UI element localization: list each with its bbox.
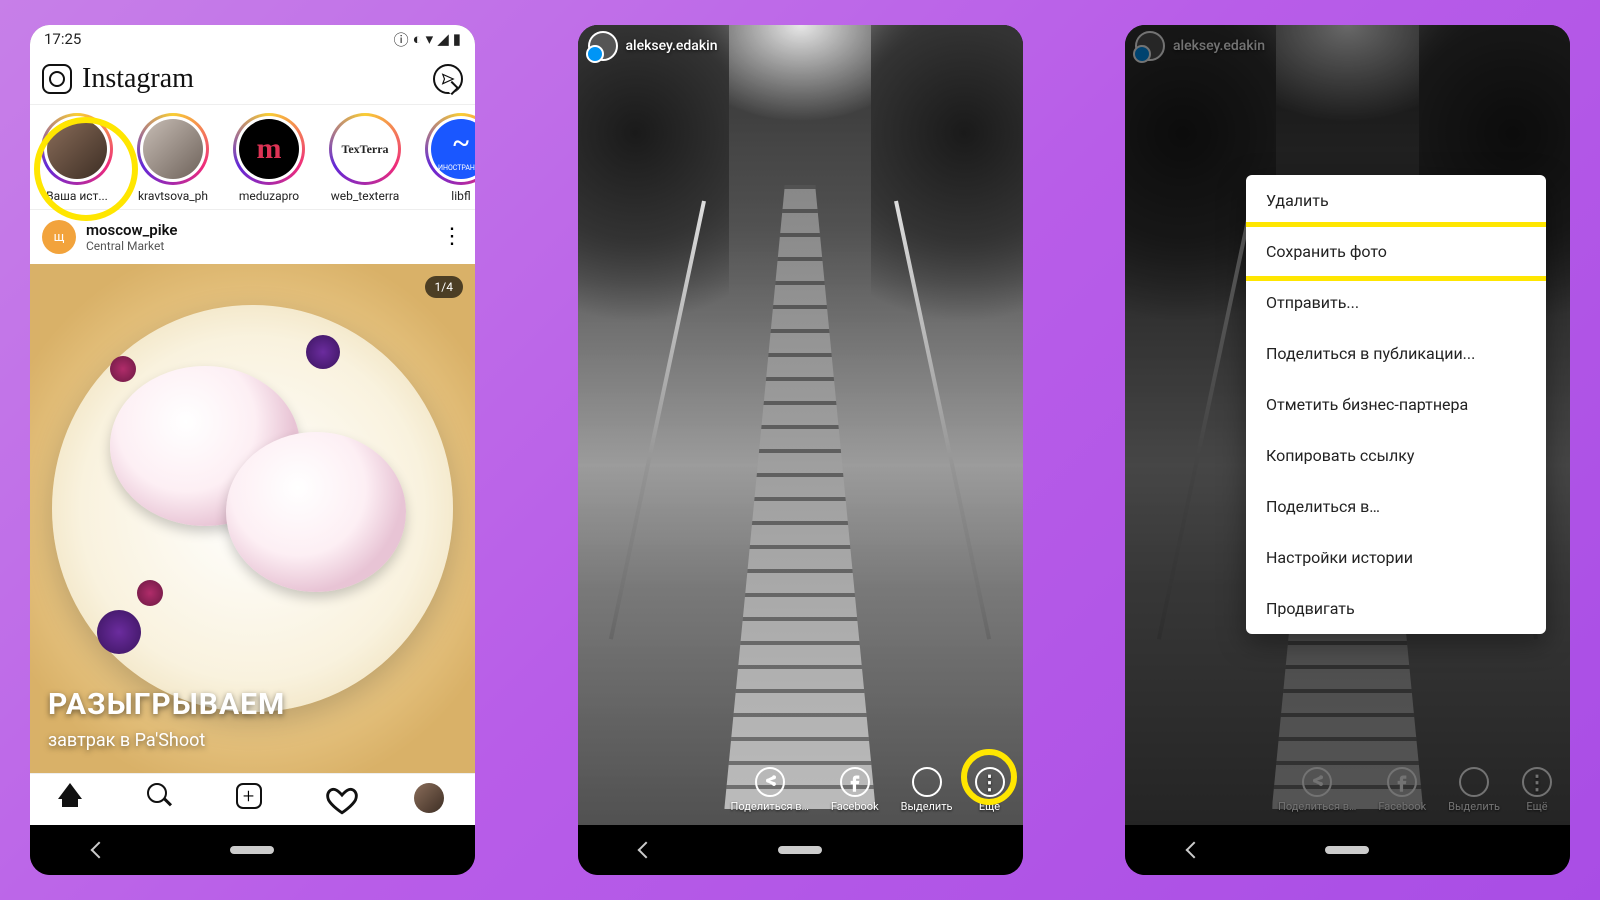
story-item-0[interactable]: Ваша ист...	[36, 113, 118, 203]
story-action-label: Facebook	[1378, 800, 1426, 813]
story-header[interactable]: aleksey.edakin	[588, 31, 718, 61]
menu-item-8[interactable]: Продвигать	[1246, 583, 1546, 634]
nav-profile-icon[interactable]	[414, 783, 448, 817]
camera-icon[interactable]	[42, 64, 72, 94]
phone-feed: 17:25 ⓘ ◐ ▾ ◢ ▮ Instagram Ваша ист... kra…	[30, 25, 475, 875]
story-action-label: Выделить	[901, 800, 953, 813]
bottom-nav: +	[30, 773, 475, 825]
post-location[interactable]: Central Market	[86, 239, 178, 253]
story-screen: aleksey.edakin Поделиться в… Facebook Выде…	[578, 25, 1023, 825]
wifi-icon: ▾	[426, 30, 434, 48]
battery-icon: ▮	[453, 30, 461, 48]
feed-screen: 17:25 ⓘ ◐ ▾ ◢ ▮ Instagram Ваша ист... kra…	[30, 25, 475, 825]
nav-home-icon[interactable]	[58, 783, 92, 817]
story-action-label: Ещё	[979, 800, 1000, 813]
post-author-avatar[interactable]: щ	[42, 220, 76, 254]
share-icon	[755, 767, 785, 797]
dnd-icon: ◐	[413, 30, 422, 48]
post-caption: РАЗЫГРЫВАЕМ завтрак в Pa'Shoot	[48, 687, 285, 751]
system-nav	[1125, 825, 1570, 875]
carousel-counter: 1/4	[425, 276, 463, 298]
story-label: web_texterra	[331, 189, 400, 203]
status-icons: ⓘ ◐ ▾ ◢ ▮	[394, 29, 461, 50]
share-icon	[1302, 767, 1332, 797]
post-image[interactable]: 1/4 РАЗЫГРЫВАЕМ завтрак в Pa'Shoot	[30, 264, 475, 773]
post-header[interactable]: щ moscow_pike Central Market ⋮	[30, 210, 475, 264]
menu-item-6[interactable]: Поделиться в…	[1246, 481, 1546, 532]
story-action-label: Поделиться в…	[1278, 800, 1356, 813]
story-item-4[interactable]: ~ИНОСТРАНКАlibfl	[420, 113, 475, 203]
nav-activity-icon[interactable]	[325, 783, 359, 817]
story-action-share: Поделиться в…	[1278, 767, 1356, 813]
story-action-label: Выделить	[1448, 800, 1500, 813]
story-author-avatar[interactable]	[588, 31, 618, 61]
story-item-1[interactable]: kravtsova_ph	[132, 113, 214, 203]
sys-home-pill[interactable]	[778, 846, 822, 854]
story-action-more: Ещё	[1522, 767, 1552, 813]
story-action-label: Поделиться в…	[731, 800, 809, 813]
story-options-menu: УдалитьСохранить фотоОтправить...Поделит…	[1246, 175, 1546, 634]
phone-story-view: aleksey.edakin Поделиться в… Facebook Выде…	[578, 25, 1023, 875]
story-action-highlight: Выделить	[1448, 767, 1500, 813]
nav-add-icon[interactable]: +	[236, 783, 270, 817]
brand-logo: Instagram	[82, 63, 194, 95]
more-icon	[975, 767, 1005, 797]
messenger-icon[interactable]	[433, 64, 463, 94]
story-label: Ваша ист...	[46, 189, 108, 203]
menu-item-3[interactable]: Поделиться в публикации...	[1246, 328, 1546, 379]
stories-row[interactable]: Ваша ист... kravtsova_ph mmeduzaproTexTerr…	[30, 105, 475, 210]
story-label: libfl	[451, 189, 470, 203]
story-label: meduzapro	[239, 189, 299, 203]
story-label: kravtsova_ph	[138, 189, 208, 203]
status-time: 17:25	[44, 30, 81, 48]
sys-back-icon[interactable]	[1185, 842, 1202, 859]
story-action-facebook: Facebook	[1378, 767, 1426, 813]
story-action-label: Ещё	[1526, 800, 1547, 813]
story-author-avatar	[1135, 31, 1165, 61]
phone-story-menu: aleksey.edakin Поделиться в… Facebook Выде…	[1125, 25, 1570, 875]
sys-home-pill[interactable]	[230, 846, 274, 854]
menu-item-0[interactable]: Удалить	[1246, 175, 1546, 226]
system-nav	[578, 825, 1023, 875]
story-content[interactable]: aleksey.edakin Поделиться в… Facebook Выде…	[578, 25, 1023, 825]
caption-line-2: завтрак в Pa'Shoot	[48, 730, 285, 751]
caption-line-1: РАЗЫГРЫВАЕМ	[48, 687, 285, 722]
facebook-icon	[840, 767, 870, 797]
story-action-highlight[interactable]: Выделить	[901, 767, 953, 813]
system-nav	[30, 825, 475, 875]
nfc-icon: ⓘ	[394, 29, 409, 50]
story-action-facebook[interactable]: Facebook	[831, 767, 879, 813]
story-item-2[interactable]: mmeduzapro	[228, 113, 310, 203]
sys-back-icon[interactable]	[90, 842, 107, 859]
sys-back-icon[interactable]	[638, 842, 655, 859]
menu-item-7[interactable]: Настройки истории	[1246, 532, 1546, 583]
app-header: Instagram	[30, 53, 475, 105]
story-action-share[interactable]: Поделиться в…	[731, 767, 809, 813]
menu-item-2[interactable]: Отправить...	[1246, 277, 1546, 328]
facebook-icon	[1387, 767, 1417, 797]
signal-icon: ◢	[437, 30, 449, 48]
sys-home-pill[interactable]	[1325, 846, 1369, 854]
menu-item-5[interactable]: Копировать ссылку	[1246, 430, 1546, 481]
status-bar: 17:25 ⓘ ◐ ▾ ◢ ▮	[30, 25, 475, 53]
menu-item-1[interactable]: Сохранить фото	[1246, 226, 1546, 277]
highlight-icon	[912, 767, 942, 797]
story-action-label: Facebook	[831, 800, 879, 813]
post-author-name[interactable]: moscow_pike	[86, 221, 178, 239]
story-actions: Поделиться в… Facebook Выделить Ещё	[578, 767, 1023, 813]
menu-item-4[interactable]: Отметить бизнес-партнера	[1246, 379, 1546, 430]
story-screen-dim: aleksey.edakin Поделиться в… Facebook Выде…	[1125, 25, 1570, 825]
more-icon	[1522, 767, 1552, 797]
story-action-more[interactable]: Ещё	[975, 767, 1005, 813]
story-content-dim: aleksey.edakin Поделиться в… Facebook Выде…	[1125, 25, 1570, 825]
nav-search-icon[interactable]	[147, 783, 181, 817]
story-author-name: aleksey.edakin	[1173, 38, 1265, 54]
story-author-name[interactable]: aleksey.edakin	[626, 38, 718, 54]
story-item-3[interactable]: TexTerraweb_texterra	[324, 113, 406, 203]
highlight-icon	[1459, 767, 1489, 797]
